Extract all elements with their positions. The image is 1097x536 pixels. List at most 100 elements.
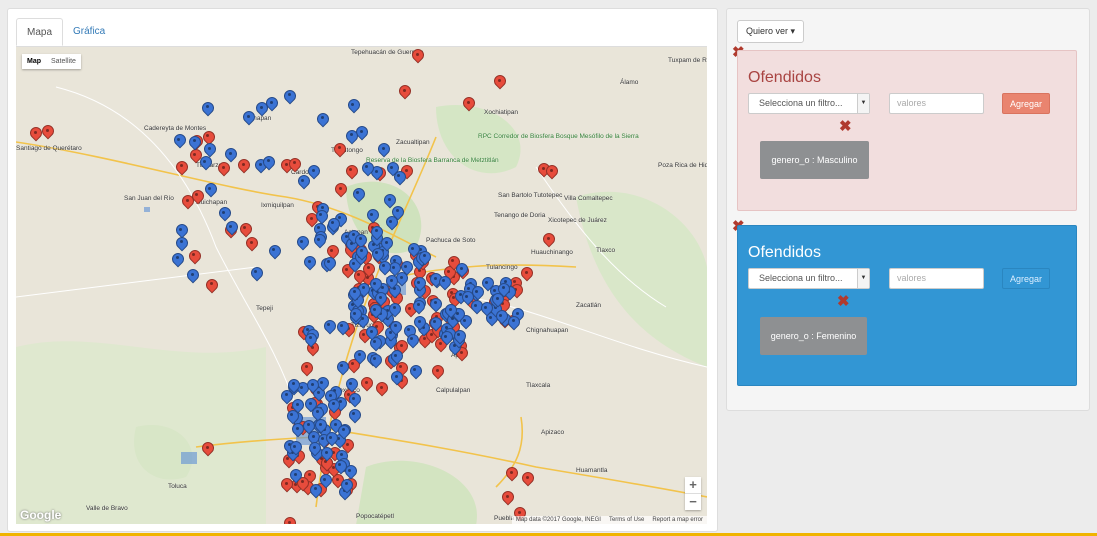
blue-map-marker[interactable] bbox=[341, 479, 351, 494]
blue-map-marker[interactable] bbox=[205, 183, 215, 198]
blue-map-marker[interactable] bbox=[462, 291, 472, 306]
blue-map-marker[interactable] bbox=[392, 206, 402, 221]
red-map-marker[interactable] bbox=[246, 237, 256, 252]
blue-map-marker[interactable] bbox=[378, 143, 388, 158]
blue-map-marker[interactable] bbox=[337, 361, 347, 376]
remove-chip-icon[interactable]: ✖ bbox=[839, 119, 852, 134]
red-map-marker[interactable] bbox=[176, 161, 186, 176]
remove-chip-icon[interactable]: ✖ bbox=[837, 294, 850, 309]
blue-map-marker[interactable] bbox=[317, 113, 327, 128]
blue-map-marker[interactable] bbox=[315, 419, 325, 434]
tab-grafica[interactable]: Gráfica bbox=[63, 18, 115, 46]
blue-map-marker[interactable] bbox=[189, 136, 199, 151]
blue-map-marker[interactable] bbox=[349, 393, 359, 408]
blue-map-marker[interactable] bbox=[338, 425, 348, 440]
blue-map-marker[interactable] bbox=[445, 304, 455, 319]
blue-map-marker[interactable] bbox=[390, 321, 400, 336]
blue-map-marker[interactable] bbox=[202, 102, 212, 117]
zoom-out-button[interactable]: − bbox=[685, 494, 701, 510]
red-map-marker[interactable] bbox=[502, 491, 512, 506]
red-map-marker[interactable] bbox=[335, 183, 345, 198]
red-map-marker[interactable] bbox=[506, 467, 516, 482]
report-error-link[interactable]: Report a map error bbox=[652, 517, 703, 523]
red-map-marker[interactable] bbox=[361, 377, 371, 392]
blue-map-marker[interactable] bbox=[414, 316, 424, 331]
blue-map-marker[interactable] bbox=[349, 287, 359, 302]
blue-map-marker[interactable] bbox=[456, 263, 466, 278]
red-map-marker[interactable] bbox=[218, 162, 228, 177]
red-map-marker[interactable] bbox=[42, 125, 52, 140]
blue-map-marker[interactable] bbox=[454, 330, 464, 345]
blue-map-marker[interactable] bbox=[407, 334, 417, 349]
zoom-in-button[interactable]: + bbox=[685, 477, 701, 493]
blue-map-marker[interactable] bbox=[346, 130, 356, 145]
blue-map-marker[interactable] bbox=[430, 298, 440, 313]
blue-map-marker[interactable] bbox=[375, 292, 385, 307]
red-map-marker[interactable] bbox=[240, 223, 250, 238]
terms-link[interactable]: Terms of Use bbox=[609, 517, 644, 523]
red-map-marker[interactable] bbox=[30, 127, 40, 142]
blue-map-marker[interactable] bbox=[430, 317, 440, 332]
red-map-marker[interactable] bbox=[376, 382, 386, 397]
blue-map-marker[interactable] bbox=[367, 209, 377, 224]
red-map-marker[interactable] bbox=[412, 49, 422, 64]
red-map-marker[interactable] bbox=[346, 165, 356, 180]
blue-map-marker[interactable] bbox=[256, 102, 266, 117]
blue-map-marker[interactable] bbox=[290, 441, 300, 456]
red-map-marker[interactable] bbox=[399, 85, 409, 100]
blue-map-marker[interactable] bbox=[362, 162, 372, 177]
filter-chip[interactable]: genero_o : Masculino bbox=[760, 141, 869, 179]
blue-map-marker[interactable] bbox=[387, 162, 397, 177]
red-map-marker[interactable] bbox=[546, 165, 556, 180]
blue-map-marker[interactable] bbox=[414, 277, 424, 292]
blue-map-marker[interactable] bbox=[481, 302, 491, 317]
blue-map-marker[interactable] bbox=[297, 236, 307, 251]
tab-mapa[interactable]: Mapa bbox=[16, 18, 64, 46]
blue-map-marker[interactable] bbox=[172, 253, 182, 268]
blue-map-marker[interactable] bbox=[200, 156, 210, 171]
red-map-marker[interactable] bbox=[189, 250, 199, 265]
blue-map-marker[interactable] bbox=[204, 143, 214, 158]
map-type-satellite-button[interactable]: Satellite bbox=[46, 54, 81, 69]
blue-map-marker[interactable] bbox=[366, 326, 376, 341]
blue-map-marker[interactable] bbox=[350, 308, 360, 323]
red-map-marker[interactable] bbox=[206, 279, 216, 294]
blue-map-marker[interactable] bbox=[225, 148, 235, 163]
blue-map-marker[interactable] bbox=[226, 221, 236, 236]
blue-map-marker[interactable] bbox=[174, 134, 184, 149]
add-button[interactable]: Agregar bbox=[1002, 268, 1050, 289]
blue-map-marker[interactable] bbox=[353, 188, 363, 203]
blue-map-marker[interactable] bbox=[308, 165, 318, 180]
blue-map-marker[interactable] bbox=[337, 321, 347, 336]
values-input[interactable]: valores bbox=[889, 93, 984, 114]
blue-map-marker[interactable] bbox=[508, 316, 518, 331]
blue-map-marker[interactable] bbox=[292, 423, 302, 438]
blue-map-marker[interactable] bbox=[269, 245, 279, 260]
blue-map-marker[interactable] bbox=[386, 275, 396, 290]
filter-select[interactable]: Selecciona un filtro... ▼ bbox=[748, 268, 870, 289]
blue-map-marker[interactable] bbox=[349, 409, 359, 424]
blue-map-marker[interactable] bbox=[492, 293, 502, 308]
blue-map-marker[interactable] bbox=[335, 460, 345, 475]
blue-map-marker[interactable] bbox=[391, 350, 401, 365]
blue-map-marker[interactable] bbox=[326, 432, 336, 447]
filter-chip[interactable]: genero_o : Femenino bbox=[760, 317, 867, 355]
blue-map-marker[interactable] bbox=[288, 379, 298, 394]
blue-map-marker[interactable] bbox=[324, 257, 334, 272]
quiero-ver-dropdown[interactable]: Quiero ver ▾ bbox=[737, 20, 805, 43]
red-map-marker[interactable] bbox=[522, 472, 532, 487]
red-map-marker[interactable] bbox=[238, 159, 248, 174]
blue-map-marker[interactable] bbox=[305, 333, 315, 348]
blue-map-marker[interactable] bbox=[356, 246, 366, 261]
blue-map-marker[interactable] bbox=[263, 156, 273, 171]
blue-map-marker[interactable] bbox=[324, 320, 334, 335]
blue-map-marker[interactable] bbox=[401, 261, 411, 276]
blue-map-marker[interactable] bbox=[328, 399, 338, 414]
blue-map-marker[interactable] bbox=[413, 300, 423, 315]
red-map-marker[interactable] bbox=[432, 365, 442, 380]
map-canvas[interactable]: Map Satellite Tepehuacán de Guerrero Álam… bbox=[16, 46, 707, 524]
blue-map-marker[interactable] bbox=[304, 256, 314, 271]
red-map-marker[interactable] bbox=[543, 233, 553, 248]
blue-map-marker[interactable] bbox=[496, 310, 506, 325]
red-map-marker[interactable] bbox=[334, 143, 344, 158]
